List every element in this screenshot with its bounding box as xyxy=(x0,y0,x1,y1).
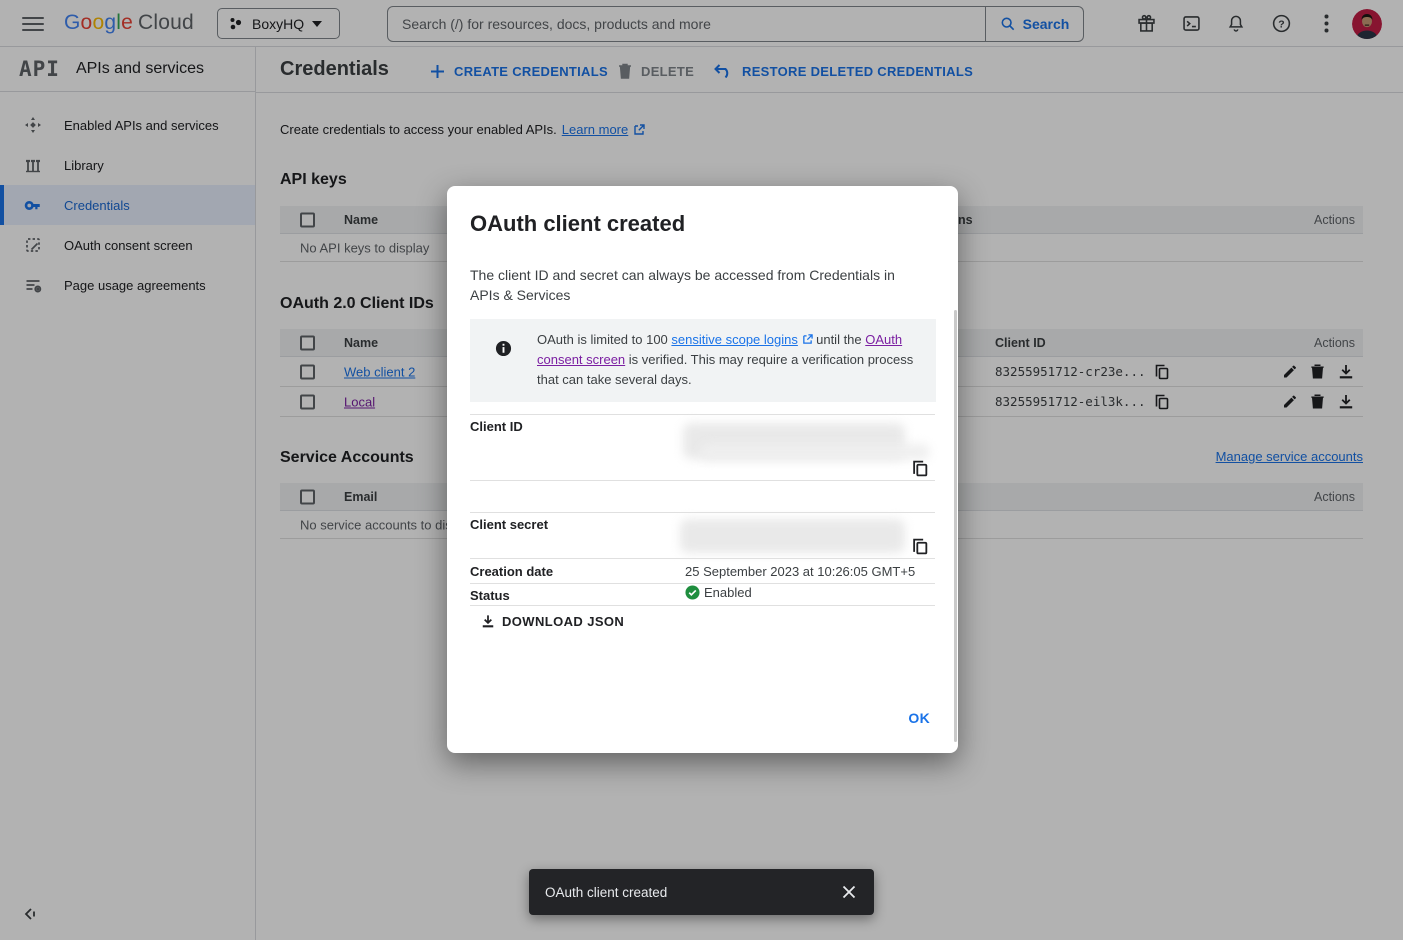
status-text: Enabled xyxy=(704,585,752,600)
info-banner: OAuth is limited to 100 sensitive scope … xyxy=(470,319,936,402)
client-id-redacted-value xyxy=(700,444,930,460)
toast-notification: OAuth client created xyxy=(529,869,874,915)
dialog-title: OAuth client created xyxy=(470,211,685,237)
download-icon xyxy=(481,614,495,629)
client-secret-redacted-value xyxy=(680,519,905,553)
info-text: OAuth is limited to 100 sensitive scope … xyxy=(537,330,922,390)
close-icon[interactable] xyxy=(840,883,858,901)
copy-client-secret-icon[interactable] xyxy=(912,538,929,555)
dialog-scrollbar[interactable] xyxy=(954,310,957,742)
client-secret-label: Client secret xyxy=(470,517,548,532)
sensitive-scope-logins-link[interactable]: sensitive scope logins xyxy=(671,332,797,347)
toast-message: OAuth client created xyxy=(545,885,840,900)
external-link-icon xyxy=(802,334,813,345)
creation-date-value: 25 September 2023 at 10:26:05 GMT+5 xyxy=(685,564,915,579)
download-json-button[interactable]: DOWNLOAD JSON xyxy=(481,614,624,629)
oauth-client-created-dialog: OAuth client created The client ID and s… xyxy=(447,186,958,753)
dialog-subtitle: The client ID and secret can always be a… xyxy=(470,265,915,305)
copy-client-id-icon[interactable] xyxy=(912,460,929,477)
info-icon xyxy=(495,340,512,357)
status-value: Enabled xyxy=(685,585,752,600)
google-cloud-console: GoogleCloud BoxyHQ Search xyxy=(0,0,1403,940)
client-id-label: Client ID xyxy=(470,419,523,434)
status-label: Status xyxy=(470,588,510,603)
check-circle-icon xyxy=(685,585,700,600)
ok-button[interactable]: OK xyxy=(898,704,940,732)
creation-date-label: Creation date xyxy=(470,564,553,579)
